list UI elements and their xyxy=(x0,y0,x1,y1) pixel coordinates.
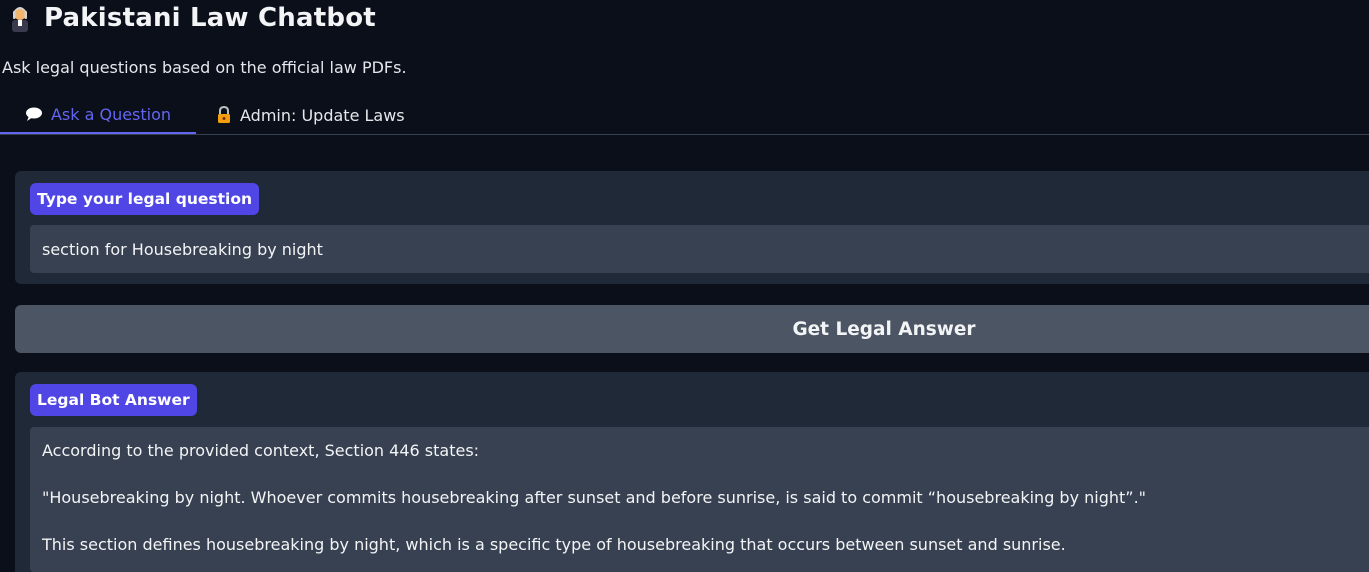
app-page: Pakistani Law Chatbot Ask legal question… xyxy=(0,0,1369,572)
answer-paragraph: This section defines housebreaking by ni… xyxy=(42,535,1066,554)
get-legal-answer-button[interactable]: Get Legal Answer xyxy=(15,305,1369,353)
answer-paragraph: According to the provided context, Secti… xyxy=(42,441,480,460)
tab-admin-update-laws[interactable]: Admin: Update Laws xyxy=(216,96,405,134)
tab-ask-question[interactable]: Ask a Question xyxy=(0,96,196,134)
answer-output[interactable]: According to the provided context, Secti… xyxy=(30,427,1369,572)
tab-label: Ask a Question xyxy=(50,104,172,124)
question-panel: Type your legal question section for Hou… xyxy=(15,171,1369,284)
lock-icon xyxy=(216,106,232,124)
page-subtitle: Ask legal questions based on the officia… xyxy=(2,58,407,77)
answer-paragraph: "Housebreaking by night. Whoever commits… xyxy=(42,488,1147,507)
judge-emoji-icon xyxy=(6,4,34,32)
speech-bubble-icon xyxy=(25,106,43,122)
tab-bar: Ask a Question Admin: Update Laws xyxy=(0,96,1369,135)
answer-label: Legal Bot Answer xyxy=(30,384,197,416)
question-input[interactable]: section for Housebreaking by night xyxy=(30,225,1369,273)
page-header: Pakistani Law Chatbot xyxy=(6,2,376,34)
answer-panel: Legal Bot Answer According to the provid… xyxy=(15,372,1369,572)
page-title: Pakistani Law Chatbot xyxy=(44,3,376,33)
tab-label: Admin: Update Laws xyxy=(240,105,405,125)
question-label: Type your legal question xyxy=(30,183,260,215)
